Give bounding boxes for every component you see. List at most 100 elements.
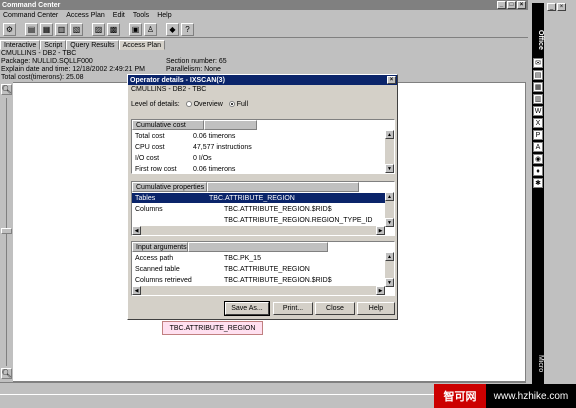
microsoft-label: Micro (537, 355, 544, 373)
arguments-row: Access path TBC.PK_15 (135, 254, 261, 262)
section-info: Section number: 65 (166, 58, 227, 65)
office-app-icon[interactable]: X (533, 118, 543, 128)
office-panel: _ × (546, 3, 574, 405)
properties-row[interactable]: TBC.ATTRIBUTE_REGION.REGION_TYPE_ID (132, 215, 386, 225)
scroll-right-icon[interactable]: ▶ (376, 226, 385, 235)
tools-icon[interactable]: ◆ (166, 22, 179, 36)
zoom-out-icon[interactable]: 🔍︎ (1, 368, 12, 379)
dialog-buttons: Save As... Print... Close Help (128, 301, 397, 316)
close-window-button[interactable]: × (517, 1, 526, 9)
cost-vertical-scrollbar[interactable]: ▲ ▼ (385, 130, 394, 173)
maximize-button[interactable]: □ (507, 1, 516, 9)
properties-row-selected[interactable]: Tables TBC.ATTRIBUTE_REGION (132, 193, 386, 203)
zoom-slider[interactable]: 🔍︎ 🔍︎ (0, 82, 13, 382)
menu-help[interactable]: Help (157, 12, 171, 19)
window-title: Command Center (2, 1, 61, 9)
input-arguments-grid: Input arguments Access path TBC.PK_15 Sc… (131, 241, 395, 296)
operator-details-dialog: Operator details - IXSCAN(3) × CMULLINS … (127, 74, 398, 320)
tree-icon[interactable]: ♙ (144, 22, 157, 36)
office-app-icon[interactable]: W (533, 106, 543, 116)
tab-query-results[interactable]: Query Results (66, 40, 119, 50)
cumulative-properties-header: Cumulative properties (132, 182, 207, 192)
tab-interactive[interactable]: Interactive (0, 40, 41, 50)
minimize-button[interactable]: _ (497, 1, 506, 9)
zoom-slider-thumb[interactable] (1, 228, 12, 234)
properties-vertical-scrollbar[interactable]: ▲ ▼ (385, 192, 394, 227)
office-app-icon[interactable]: P (533, 130, 543, 140)
arguments-row: Scanned table TBC.ATTRIBUTE_REGION (135, 265, 310, 273)
toolbar: ⚙ ▤ ▦ ▥ ▧ ▨ ▩ ▣ ♙ ◆ ? (0, 21, 528, 38)
print-button[interactable]: Print... (273, 302, 313, 315)
title-bar: Command Center _ □ × (0, 0, 528, 10)
parallelism-info: Parallelism: None (166, 66, 221, 73)
office-app-icon[interactable]: ▦ (533, 82, 543, 92)
menu-edit[interactable]: Edit (113, 12, 125, 19)
cumulative-cost-header: Cumulative cost (132, 120, 204, 130)
zoom-in-icon[interactable]: 🔍︎ (1, 84, 12, 95)
dialog-title-bar: Operator details - IXSCAN(3) × (128, 75, 397, 85)
cumulative-properties-grid: Cumulative properties Tables TBC.ATTRIBU… (131, 181, 395, 236)
scroll-up-icon[interactable]: ▲ (385, 130, 394, 139)
scroll-down-icon[interactable]: ▼ (385, 218, 394, 227)
arguments-horizontal-scrollbar[interactable]: ◀ ▶ (132, 286, 385, 295)
history-icon[interactable]: ▥ (55, 22, 68, 36)
help-button[interactable]: Help (357, 302, 395, 315)
dialog-close-icon[interactable]: × (387, 76, 396, 84)
server-icon[interactable]: ▣ (129, 22, 142, 36)
office-app-icon[interactable]: ▤ (533, 70, 543, 80)
help-icon[interactable]: ? (181, 22, 194, 36)
overview-radio[interactable]: Overview (185, 101, 223, 108)
save-as-button[interactable]: Save As... (224, 301, 270, 316)
watermark-right: www.hzhike.com (486, 384, 576, 408)
dialog-subtitle: CMULLINS - DB2 - TBC (131, 86, 207, 93)
office-app-icon[interactable]: ♦ (533, 166, 543, 176)
office-app-icon[interactable]: ✱ (533, 178, 543, 188)
office-app-icon[interactable]: ✉ (533, 58, 543, 68)
office-app-icon[interactable]: A (533, 142, 543, 152)
total-cost-info: Total cost(timerons): 25.08 (1, 74, 84, 81)
close-button[interactable]: Close (315, 302, 355, 315)
office-shortcut-bar: Office ✉ ▤ ▦ ▥ W X P A ◉ ♦ ✱ Micro _ × (528, 0, 576, 408)
cost-row: First row cost 0.06 timerons (135, 165, 236, 173)
arguments-vertical-scrollbar[interactable]: ▲ ▼ (385, 252, 394, 287)
site-watermark: 智可网 www.hzhike.com (434, 384, 576, 408)
scroll-down-icon[interactable]: ▼ (385, 164, 394, 173)
full-radio[interactable]: Full (228, 101, 248, 108)
scroll-left-icon[interactable]: ◀ (132, 226, 141, 235)
menu-tools[interactable]: Tools (133, 12, 149, 19)
office-app-icon[interactable]: ▥ (533, 94, 543, 104)
scroll-left-icon[interactable]: ◀ (132, 286, 141, 295)
watermark-left: 智可网 (434, 384, 486, 408)
menu-command-center[interactable]: Command Center (3, 12, 58, 19)
scroll-up-icon[interactable]: ▲ (385, 192, 394, 201)
dialog-title: Operator details - IXSCAN(3) (130, 76, 225, 84)
properties-row[interactable]: Columns TBC.ATTRIBUTE_REGION.$RID$ (132, 204, 386, 214)
results-icon[interactable]: ▧ (70, 22, 83, 36)
office-label: Office (537, 30, 544, 50)
package-info: Package: NULLID.SQLLF000 (1, 58, 93, 65)
input-arguments-header: Input arguments (132, 242, 188, 252)
cost-row: I/O cost 0 I/Os (135, 154, 212, 162)
cumulative-cost-grid: Cumulative cost Total cost 0.06 timerons… (131, 119, 395, 174)
table-tooltip: TBC.ATTRIBUTE_REGION (162, 321, 263, 335)
scroll-right-icon[interactable]: ▶ (376, 286, 385, 295)
table-icon[interactable]: ▨ (92, 22, 105, 36)
arguments-row: Columns retrieved TBC.ATTRIBUTE_REGION.$… (135, 276, 332, 284)
script-icon[interactable]: ▤ (25, 22, 38, 36)
office-minimize-button[interactable]: _ (547, 3, 556, 11)
level-of-details: Level of details: Overview Full (131, 101, 248, 108)
grid-icon[interactable]: ▩ (107, 22, 120, 36)
open-icon[interactable]: ▦ (40, 22, 53, 36)
menu-access-plan[interactable]: Access Plan (66, 12, 105, 19)
properties-horizontal-scrollbar[interactable]: ◀ ▶ (132, 226, 385, 235)
tab-access-plan[interactable]: Access Plan (118, 40, 166, 50)
cost-row: CPU cost 47,577 instructions (135, 143, 252, 151)
scroll-up-icon[interactable]: ▲ (385, 252, 394, 261)
connection-info: CMULLINS - DB2 - TBC (1, 50, 77, 57)
office-close-button[interactable]: × (557, 3, 566, 11)
office-app-icon[interactable]: ◉ (533, 154, 543, 164)
scroll-down-icon[interactable]: ▼ (385, 278, 394, 287)
run-icon[interactable]: ⚙ (3, 22, 16, 36)
tab-script[interactable]: Script (40, 40, 67, 50)
tab-strip: Interactive Script Query Results Access … (0, 40, 166, 50)
